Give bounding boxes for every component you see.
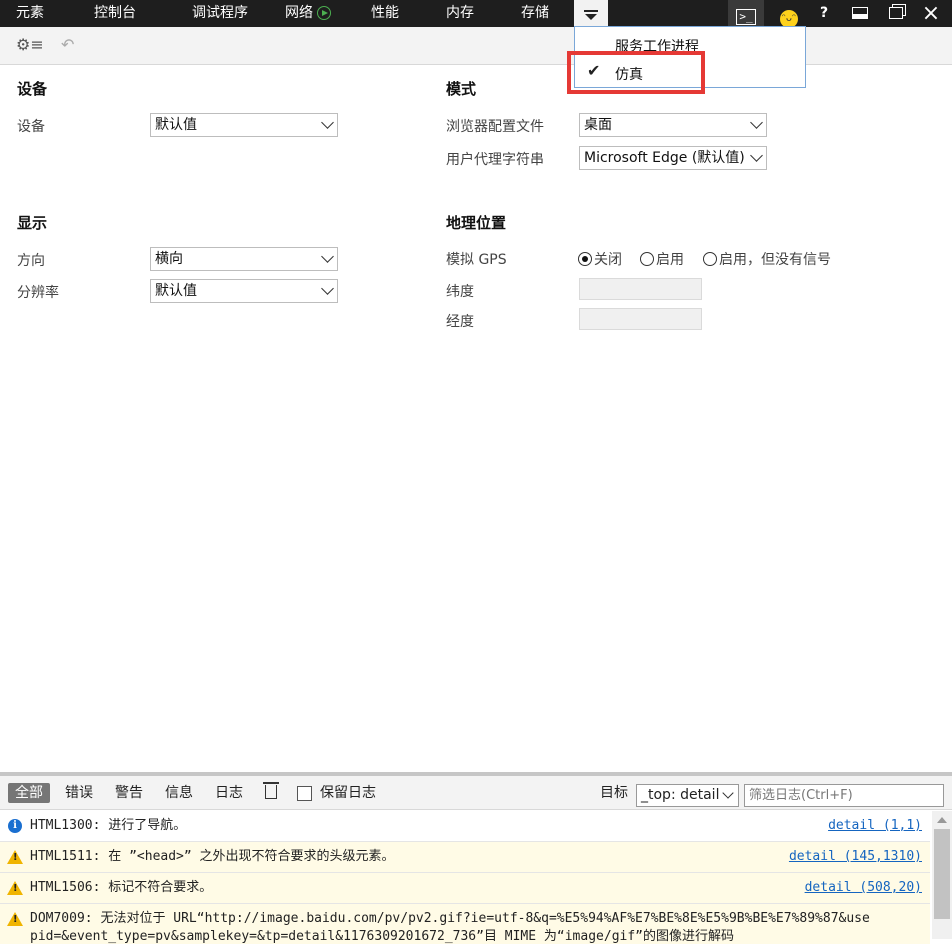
console-message-continuation: pid=&event_type=pv&samplekey=&tp=detail&… [30, 929, 734, 944]
console-panel: 全部 错误 警告 信息 日志 保留日志 目标 _top: detail 筛选日志… [0, 772, 952, 944]
orientation-value: 横向 [155, 251, 183, 267]
console-message: ! DOM7009: 无法对位于 URL“http://image.baidu.… [0, 904, 930, 944]
console-message: i HTML1300: 进行了导航。 detail (1,1) [0, 811, 930, 842]
tab-memory[interactable]: 内存 [446, 0, 474, 27]
console-glyph: >_ [736, 9, 756, 25]
tab-network-label: 网络 [285, 5, 313, 21]
help-icon[interactable]: ? [814, 0, 834, 27]
more-tools-dropdown-icon[interactable] [574, 0, 608, 27]
console-scrollbar[interactable] [932, 811, 952, 939]
gps-radio-no-signal[interactable]: 启用，但没有信号 [703, 249, 831, 269]
highlight-box [567, 51, 705, 94]
browser-profile-value: 桌面 [584, 117, 612, 133]
console-message: ! HTML1506: 标记不符合要求。 detail (508,20) [0, 873, 930, 904]
gps-label: 模拟 GPS [446, 252, 507, 268]
filter-info[interactable]: 信息 [165, 783, 193, 803]
log-filter-input[interactable]: 筛选日志(Ctrl+F) [744, 784, 944, 807]
radio-selected-icon [578, 252, 592, 266]
display-heading: 显示 [17, 214, 48, 232]
chevron-down-icon [722, 787, 734, 799]
chevron-down-icon [321, 282, 334, 295]
tab-performance[interactable]: 性能 [371, 0, 399, 27]
orientation-label: 方向 [17, 253, 45, 269]
longitude-input[interactable] [579, 308, 702, 330]
undo-icon[interactable]: ↶ [61, 35, 74, 54]
chevron-down-icon [750, 116, 763, 129]
user-agent-value: Microsoft Edge (默认值) [584, 150, 745, 166]
gps-radio-no-signal-label: 启用，但没有信号 [719, 252, 831, 268]
latitude-label: 纬度 [446, 284, 474, 300]
device-label: 设备 [17, 119, 45, 135]
tab-debugger[interactable]: 调试程序 [192, 0, 248, 27]
tab-elements[interactable]: 元素 [16, 0, 44, 27]
filter-log[interactable]: 日志 [215, 783, 243, 803]
target-select[interactable]: _top: detail [636, 784, 739, 807]
geolocation-heading: 地理位置 [446, 214, 507, 232]
tab-network[interactable]: 网络 [285, 0, 331, 27]
console-message-text: HTML1300: 进行了导航。 [30, 818, 187, 833]
gps-radio-off[interactable]: 关闭 [578, 249, 622, 269]
resolution-select[interactable]: 默认值 [150, 279, 338, 303]
console-toolbar: 全部 错误 警告 信息 日志 保留日志 目标 _top: detail 筛选日志… [0, 776, 952, 810]
warning-icon: ! [7, 912, 23, 926]
source-link[interactable]: detail (508,20) [805, 873, 922, 903]
warning-icon: ! [7, 850, 23, 864]
scroll-thumb[interactable] [934, 829, 950, 919]
source-link[interactable]: detail (1,1) [828, 811, 922, 841]
record-play-icon[interactable] [317, 6, 331, 20]
filter-all[interactable]: 全部 [8, 783, 50, 803]
chevron-down-icon [321, 250, 334, 263]
console-message: ! HTML1511: 在 ”<head>” 之外出现不符合要求的头级元素。 d… [0, 842, 930, 873]
resolution-label: 分辨率 [17, 285, 59, 301]
console-toggle-icon[interactable]: >_ [728, 0, 764, 27]
close-icon[interactable]: × [920, 0, 942, 27]
target-select-value: _top: detail [641, 787, 720, 803]
clear-console-trash-icon[interactable] [263, 782, 279, 799]
gps-radio-on-label: 启用 [656, 252, 684, 268]
chevron-down-icon [750, 149, 763, 162]
gps-radio-off-label: 关闭 [594, 252, 622, 268]
tab-console[interactable]: 控制台 [94, 0, 136, 27]
emulation-toolbar: ⚙≡ ↶ [0, 27, 952, 65]
target-label: 目标 [600, 785, 628, 801]
filter-warnings[interactable]: 警告 [115, 783, 143, 803]
mode-heading: 模式 [446, 80, 477, 98]
warning-icon: ! [7, 881, 23, 895]
browser-profile-label: 浏览器配置文件 [446, 119, 544, 135]
device-select-value: 默认值 [155, 117, 197, 133]
resolution-value: 默认值 [155, 283, 197, 299]
radio-icon [640, 252, 654, 266]
browser-profile-select[interactable]: 桌面 [579, 113, 767, 137]
console-message-text: DOM7009: 无法对位于 URL“http://image.baidu.co… [30, 911, 870, 926]
settings-list-icon[interactable]: ⚙≡ [16, 35, 44, 54]
user-agent-label: 用户代理字符串 [446, 152, 544, 168]
tab-storage[interactable]: 存储 [521, 0, 549, 27]
chevron-down-icon [321, 116, 334, 129]
longitude-label: 经度 [446, 314, 474, 330]
top-bar: 元素 控制台 调试程序 网络 性能 内存 存储 >_ ᵔᴗᵔ ? × [0, 0, 952, 28]
device-heading: 设备 [17, 80, 48, 98]
info-icon: i [8, 819, 22, 833]
preserve-log-label: 保留日志 [320, 785, 376, 801]
scroll-up-icon[interactable] [937, 817, 947, 823]
source-link[interactable]: detail (145,1310) [789, 842, 922, 872]
dock-bottom-icon[interactable] [850, 0, 870, 27]
preserve-log-checkbox[interactable] [297, 786, 312, 801]
console-message-text: HTML1506: 标记不符合要求。 [30, 880, 213, 895]
feedback-smiley-icon[interactable]: ᵔᴗᵔ [778, 0, 800, 28]
user-agent-select[interactable]: Microsoft Edge (默认值) [579, 146, 767, 170]
device-select[interactable]: 默认值 [150, 113, 338, 137]
latitude-input[interactable] [579, 278, 702, 300]
radio-icon [703, 252, 717, 266]
undock-icon[interactable] [886, 0, 906, 27]
gps-radio-on[interactable]: 启用 [640, 249, 684, 269]
filter-errors[interactable]: 错误 [65, 783, 93, 803]
orientation-select[interactable]: 横向 [150, 247, 338, 271]
